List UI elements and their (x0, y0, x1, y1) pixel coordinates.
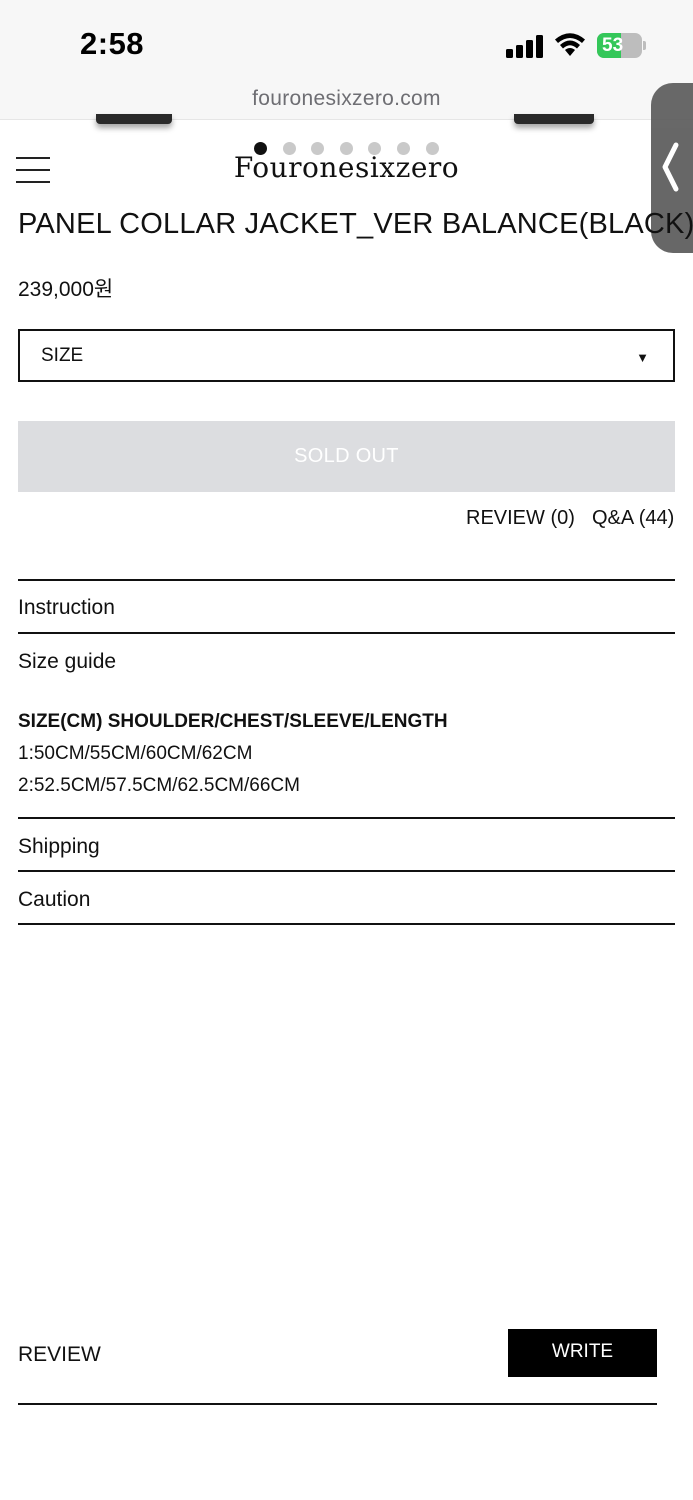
divider (18, 817, 675, 819)
brand-logo[interactable]: Fouronesixzero (0, 151, 693, 184)
product-price: 239,000원 (18, 278, 114, 301)
size-guide-content: SIZE(CM) SHOULDER/CHEST/SLEEVE/LENGTH 1:… (18, 706, 448, 802)
divider (18, 923, 675, 925)
size-select-value: SIZE (41, 345, 84, 366)
review-count-link[interactable]: REVIEW (0) (466, 507, 575, 530)
write-review-button[interactable]: WRITE (508, 1329, 657, 1377)
review-divider (18, 1403, 657, 1405)
divider (18, 579, 675, 581)
size-guide-row: 1:50CM/55CM/60CM/62CM (18, 743, 253, 764)
size-guide-row: 2:52.5CM/57.5CM/62.5CM/66CM (18, 775, 300, 796)
size-guide-section-toggle[interactable]: Size guide (18, 650, 116, 674)
product-image-edge (96, 114, 172, 124)
divider (18, 632, 675, 634)
instruction-section-toggle[interactable]: Instruction (18, 596, 115, 620)
write-review-label: WRITE (551, 1341, 614, 1362)
caret-down-icon: ▼ (636, 350, 649, 365)
url-text: fouronesixzero.com (252, 87, 441, 110)
status-time: 2:58 (80, 26, 145, 61)
chevron-left-icon (662, 142, 679, 192)
sold-out-label: SOLD OUT (294, 445, 399, 467)
divider (18, 870, 675, 872)
status-bar: 2:58 53 (0, 0, 693, 84)
shipping-section-toggle[interactable]: Shipping (18, 835, 100, 859)
sold-out-button[interactable]: SOLD OUT (18, 421, 675, 492)
review-heading: REVIEW (18, 1343, 101, 1366)
cellular-signal-icon (506, 34, 544, 58)
qa-count-link[interactable]: Q&A (44) (592, 507, 674, 530)
product-image-edge (514, 114, 594, 124)
wifi-icon (555, 33, 585, 56)
battery-icon: 53 (597, 33, 647, 58)
size-guide-header: SIZE(CM) SHOULDER/CHEST/SLEEVE/LENGTH (18, 711, 448, 732)
size-select[interactable]: SIZE ▼ (18, 329, 675, 382)
battery-percent: 53 (602, 35, 624, 56)
caution-section-toggle[interactable]: Caution (18, 888, 90, 912)
product-title: PANEL COLLAR JACKET_VER BALANCE(BLACK) (18, 208, 693, 240)
